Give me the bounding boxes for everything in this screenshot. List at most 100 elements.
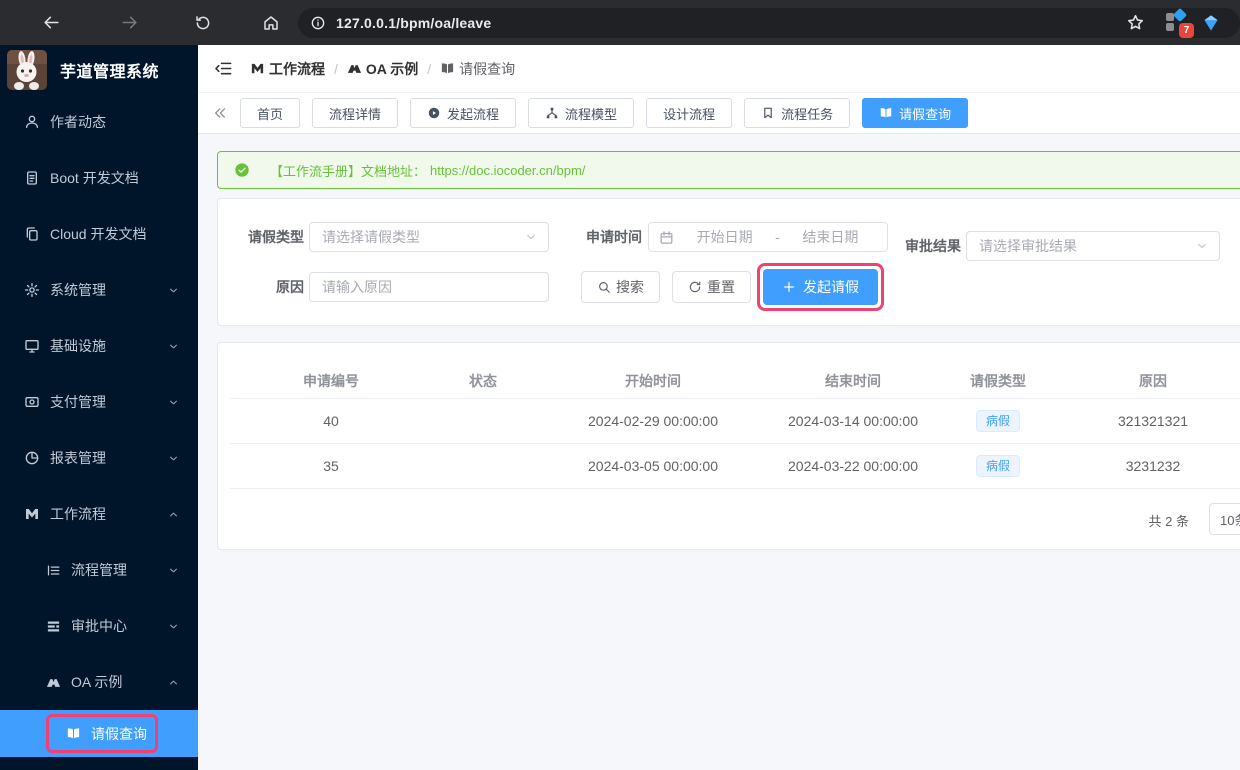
refresh-glyph (688, 280, 702, 294)
gear-icon (24, 282, 40, 298)
cell-id: 35 (323, 458, 339, 474)
address-bar[interactable]: 127.0.0.1/bpm/oa/leave (298, 7, 1240, 38)
pagination-total: 共 2 条 (1148, 514, 1189, 529)
tab-首页[interactable]: 首页 (240, 98, 301, 128)
breadcrumb-item-OA 示例[interactable]: OA 示例 (347, 59, 418, 79)
cell-leave_type: 病假 (934, 409, 1062, 433)
approval-icon (46, 619, 61, 634)
leave-type-label: 请假类型 (248, 229, 304, 245)
tab-流程模型[interactable]: 流程模型 (528, 98, 635, 128)
sidebar-item-请假查询[interactable]: 请假查询 (0, 710, 198, 757)
tab-label: 流程任务 (781, 106, 834, 122)
tabs: 首页 流程详情 发起流程 流程模型 设计流程 流程任务 请假查询 (240, 98, 969, 128)
start-process-icon (427, 106, 441, 120)
calendar-glyph (659, 230, 674, 245)
alert-text: 【工作流手册】文档地址： (270, 163, 427, 179)
sidebar-item-Cloud 开发文档[interactable]: Cloud 开发文档 (0, 206, 198, 262)
extensions-icon[interactable]: 7 (1166, 7, 1194, 38)
browser-forward-icon[interactable] (116, 10, 142, 36)
create-leave-button[interactable]: 发起请假 (763, 269, 878, 305)
sidebar-item-label: 报表管理 (50, 450, 106, 466)
browser-reload-icon[interactable] (190, 10, 216, 36)
refresh-icon (688, 280, 702, 294)
leave-type-tag: 病假 (975, 454, 1020, 478)
leave-type-placeholder: 请选择请假类型 (322, 229, 420, 245)
table-row[interactable]: 40 2024-02-29 00:00:00 2024-03-14 00:00:00… (230, 399, 1240, 444)
result-select[interactable]: 请选择审批结果 (966, 231, 1220, 261)
tab-发起流程[interactable]: 发起流程 (410, 98, 517, 128)
sidebar-item-流程管理[interactable]: 流程管理 (0, 542, 198, 598)
browser-home-icon[interactable] (258, 10, 284, 36)
browser-toolbar: 127.0.0.1/bpm/oa/leave 7 (0, 0, 1240, 45)
cell-start_time: 2024-02-29 00:00:00 (588, 413, 718, 429)
sidebar-item-label: 工作流程 (50, 506, 106, 522)
cell-id: 40 (323, 413, 339, 429)
column-header-状态: 状态 (469, 372, 497, 389)
sidebar-item-支付管理[interactable]: 支付管理 (0, 374, 198, 430)
workflow-icon (250, 61, 265, 76)
sidebar-item-Boot 开发文档[interactable]: Boot 开发文档 (0, 150, 198, 206)
tab-流程任务[interactable]: 流程任务 (744, 98, 851, 128)
extension-square (1166, 22, 1174, 31)
reason-input[interactable] (322, 279, 536, 295)
tab-设计流程[interactable]: 设计流程 (646, 98, 733, 128)
sidebar-item-label: 作者动态 (50, 114, 106, 130)
plus-glyph (782, 280, 796, 294)
search-glyph (597, 280, 611, 294)
apply-time-range-picker[interactable]: 开始日期 - 结束日期 (648, 222, 888, 252)
tab-label: 首页 (257, 106, 284, 122)
logo-row[interactable]: 芋道管理系统 (0, 45, 198, 94)
sidebar-item-系统管理[interactable]: 系统管理 (0, 262, 198, 318)
tab-label: 请假查询 (899, 106, 952, 122)
chevron-down-icon (167, 396, 180, 409)
breadcrumb-label: 请假查询 (459, 60, 516, 77)
chevron-down-icon (167, 284, 180, 297)
home-icon (262, 14, 280, 32)
sidebar-menu: 作者动态 Boot 开发文档 Cloud 开发文档系统管理基础设施 支付管理报表管理工… (0, 94, 198, 757)
sidebar-item-审批中心[interactable]: 审批中心 (0, 598, 198, 654)
cell-reason: 321321321 (1117, 413, 1189, 429)
gem-extension-icon[interactable] (1198, 10, 1224, 36)
model-nodes-icon (545, 106, 559, 120)
sidebar-item-工作流程[interactable]: 工作流程 (0, 486, 198, 542)
tabs-scroll-left-icon[interactable] (210, 103, 230, 123)
alert-doc-link[interactable]: https://doc.iocoder.cn/bpm/ (430, 163, 585, 178)
bookmark-star-icon[interactable] (1122, 10, 1148, 36)
tagsview-bar: 首页 流程详情 发起流程 流程模型 设计流程 流程任务 请假查询 (198, 93, 1240, 134)
sidebar-item-作者动态[interactable]: 作者动态 (0, 94, 198, 150)
sidebar-item-label: 系统管理 (50, 282, 106, 298)
search-form-card: 请假类型 请选择请假类型 申请时间 开始日期 - 结束日期 审批结果 请选择审批… (217, 198, 1240, 326)
back-arrow-icon (42, 13, 61, 32)
breadcrumb-item-工作流程[interactable]: 工作流程 (250, 59, 325, 79)
reason-input-wrap (309, 272, 549, 302)
cell-reason: 3231232 (1125, 458, 1181, 474)
fold-sidebar-icon[interactable] (212, 58, 234, 80)
chevron-down-icon (167, 564, 180, 577)
app-title: 芋道管理系统 (60, 63, 160, 81)
chevron-down-icon (524, 230, 538, 244)
reset-button[interactable]: 重置 (672, 271, 751, 303)
table-header: 申请编号 状态 开始时间 结束时间 请假类型 原因 (230, 363, 1240, 399)
double-chevron-left-icon (212, 105, 228, 121)
result-label: 审批结果 (905, 238, 961, 254)
notebook-icon (440, 61, 455, 76)
table-body: 40 2024-02-29 00:00:00 2024-03-14 00:00:00… (230, 399, 1240, 489)
table-row[interactable]: 35 2024-03-05 00:00:00 2024-03-22 00:00:00… (230, 444, 1240, 489)
page-size-select[interactable]: 10条/页 (1209, 503, 1240, 535)
tab-label: 发起流程 (447, 106, 500, 122)
tab-流程详情[interactable]: 流程详情 (312, 98, 399, 128)
logo-avatar (7, 49, 47, 90)
gem-icon (1201, 13, 1221, 33)
browser-back-icon[interactable] (38, 10, 64, 36)
sidebar-item-OA 示例[interactable]: OA 示例 (0, 654, 198, 710)
tab-请假查询[interactable]: 请假查询 (862, 98, 969, 128)
url-text: 127.0.0.1/bpm/oa/leave (336, 14, 492, 31)
copy-document-icon (24, 226, 40, 242)
fold-icon (214, 59, 233, 78)
sidebar-item-基础设施[interactable]: 基础设施 (0, 318, 198, 374)
site-info-icon[interactable] (310, 15, 326, 31)
search-button[interactable]: 搜索 (581, 271, 660, 303)
sidebar-item-报表管理[interactable]: 报表管理 (0, 430, 198, 486)
sidebar-item-label: Boot 开发文档 (50, 170, 139, 186)
leave-type-select[interactable]: 请选择请假类型 (309, 222, 549, 252)
